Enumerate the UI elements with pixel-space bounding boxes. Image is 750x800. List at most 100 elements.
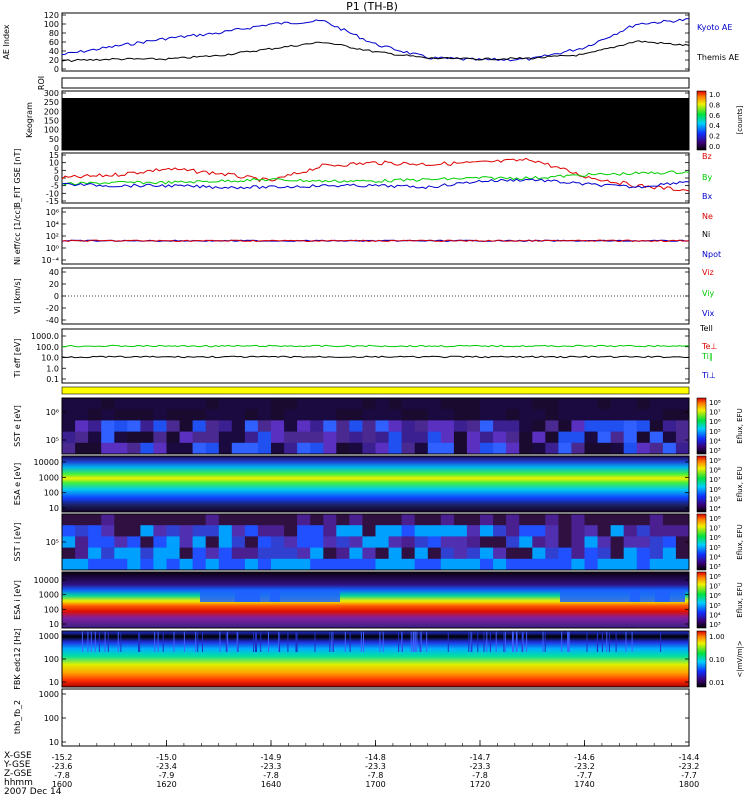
spectrogram-cell — [388, 514, 403, 526]
spectrogram-cell — [62, 525, 76, 537]
spectrogram-cell — [284, 558, 298, 571]
spectrogram-cell — [271, 514, 285, 526]
y-tick-label: 10⁰ — [46, 244, 59, 253]
spectrogram-cell — [192, 514, 207, 526]
spectrogram-cell — [362, 398, 376, 410]
colorbar-tick-label: 10⁶ — [709, 486, 721, 494]
spectrogram-cell — [558, 525, 572, 537]
ae-ylabel: AE Index — [2, 24, 11, 59]
y-tick-label: 100 — [44, 605, 59, 614]
spectrogram-cell — [610, 431, 625, 444]
colorbar-tick-label: 10⁸ — [709, 515, 721, 523]
y-tick-label: 100 — [44, 714, 59, 723]
spectrogram-cell — [623, 514, 638, 526]
spectrogram-cell — [88, 514, 102, 526]
spectrogram-cell — [62, 558, 76, 571]
spectrogram-cell — [257, 409, 272, 421]
legend-viz: Viz — [702, 268, 714, 277]
spectrogram-cell — [675, 409, 690, 421]
spectrogram-cell — [62, 431, 76, 444]
spectrogram-cell — [388, 547, 403, 560]
spectrogram-cell — [623, 536, 638, 549]
spectrogram-cell — [140, 514, 154, 526]
spectrogram-cell — [88, 409, 102, 421]
spectrogram-cell — [62, 398, 76, 410]
bfit-panel: -15-10-5051015 B_FIT GSE [nT] Bz By Bx — [13, 149, 712, 208]
spectrogram-cell — [466, 547, 481, 560]
spectrogram-cell — [323, 431, 337, 444]
y-tick-label: 1000 — [39, 690, 59, 699]
spectrogram-cell — [571, 409, 585, 421]
spectrogram-cell — [362, 442, 376, 455]
spectrogram-cell — [545, 398, 559, 410]
sst-i-spectrogram — [62, 514, 690, 571]
ti-ylabel: Ti eff [eV] — [13, 338, 22, 378]
legend-tell: Tell — [699, 324, 713, 333]
spectrogram-cell — [662, 536, 677, 549]
esa-i-burst — [560, 590, 640, 602]
y-tick-label: 10000 — [34, 576, 59, 585]
spectrogram-cell — [153, 558, 167, 571]
spectrogram-cell — [401, 525, 416, 537]
y-tick-label: 300 — [44, 89, 59, 98]
spectrogram-cell — [427, 514, 442, 526]
spectrogram-cell — [297, 525, 311, 537]
x-tick-label: -7.8 — [472, 771, 488, 780]
fbk-colorbar — [696, 630, 707, 688]
x-tick-label: 1720 — [470, 780, 490, 789]
esa-i-cbar-label: Eflux, EFU — [736, 582, 744, 617]
spectrogram-cell — [506, 398, 520, 410]
spectrogram-cell — [649, 442, 664, 455]
y-tick-label: 100 — [44, 126, 59, 135]
spectrogram-cell — [662, 398, 677, 410]
spectrogram-cell — [466, 536, 481, 549]
spectrogram-cell — [558, 420, 572, 433]
y-tick-label: -40 — [46, 316, 59, 325]
spectrogram-cell — [62, 547, 76, 560]
spectrogram-cell — [166, 514, 181, 526]
y-tick-label: 10.0 — [41, 354, 59, 363]
spectrogram-cell — [519, 558, 533, 571]
spectrogram-cell — [284, 398, 298, 410]
roi-ylabel: ROI — [37, 76, 46, 90]
spectrogram-cell — [349, 525, 363, 537]
spectrogram-cell — [257, 536, 272, 549]
ae-panel: 020406080100120 AE Index Kyoto AE Themis… — [2, 11, 739, 74]
spectrogram-cell — [336, 536, 350, 549]
y-tick-label: 10 — [49, 678, 59, 687]
spectrogram-cell — [257, 431, 272, 444]
spectrogram-cell — [205, 536, 220, 549]
legend-npot: Npot — [702, 250, 721, 259]
spectrogram-cell — [140, 409, 154, 421]
spectrogram-cell — [558, 442, 572, 455]
spectrogram-cell — [127, 558, 141, 571]
spectrogram-cell — [336, 525, 350, 537]
spectrogram-cell — [623, 525, 638, 537]
y-tick-label: -10 — [46, 189, 59, 198]
y-tick-label: 0 — [54, 65, 59, 74]
colorbar-tick-label: 10⁷ — [709, 476, 721, 484]
spectrogram-cell — [636, 398, 651, 410]
spectrogram-cell — [466, 409, 481, 421]
spectrogram-cell — [362, 547, 376, 560]
spectrogram-cell — [506, 558, 520, 571]
y-tick-label: 10 — [49, 620, 59, 629]
y-tick-label: 20 — [49, 280, 59, 289]
spectrogram-cell — [192, 398, 207, 410]
spectrogram-cell — [231, 431, 246, 444]
x-tick-label: -15.0 — [156, 753, 177, 762]
spectrogram-cell — [519, 442, 533, 455]
colorbar-tick-label: 10⁶ — [709, 418, 721, 426]
sst-i-cbar-label: Eflux, EFU — [736, 524, 744, 559]
spectrogram-cell — [271, 536, 285, 549]
by-line — [61, 170, 690, 186]
x-tick-label: -23.3 — [365, 762, 386, 771]
spectrogram-cell — [440, 431, 455, 444]
spectrogram-cell — [349, 514, 363, 526]
spectrogram-cell — [571, 442, 585, 455]
spectrogram-cell — [205, 442, 220, 455]
spectrogram-cell — [427, 442, 442, 455]
legend-themis-ae: Themis AE — [696, 53, 739, 62]
x-tick-label: -14.8 — [365, 753, 386, 762]
spectrogram-cell — [401, 431, 416, 444]
